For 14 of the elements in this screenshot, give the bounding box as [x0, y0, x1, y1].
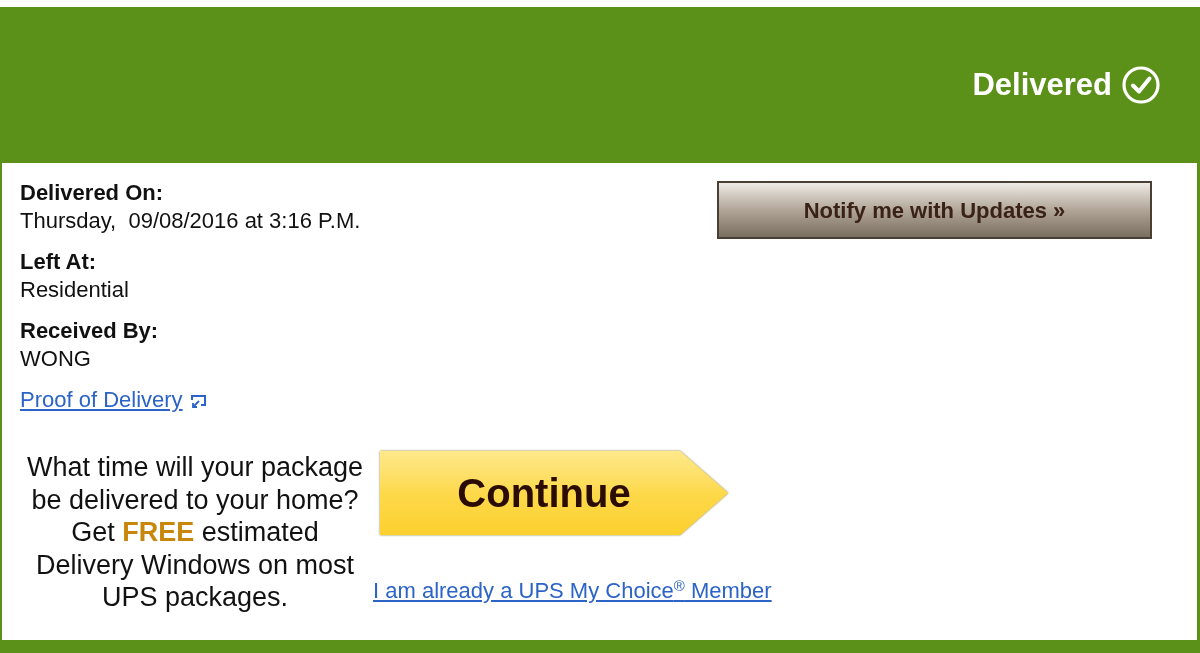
notify-button[interactable]: Notify me with Updates » [717, 181, 1152, 239]
member-link[interactable]: I am already a UPS My Choice$^{®}$ Member [373, 579, 772, 603]
check-circle-icon [1122, 66, 1160, 104]
detail-value: Thursday, 09/08/2016 at 3:16 P.M. [20, 207, 361, 235]
detail-label: Delivered On: [20, 179, 165, 207]
continue-button[interactable]: Continue [380, 451, 728, 535]
proof-of-delivery-link[interactable]: Proof of Delivery [20, 386, 183, 414]
promo-text: What time will your package be delivered to your home? Get FREE estimated Delivery Windows on most UPS packages. [25, 451, 365, 614]
detail-value: WONG [20, 345, 92, 373]
detail-label: Received By: [20, 317, 160, 345]
window-arrow-icon [190, 395, 206, 409]
detail-value: Residential [20, 276, 130, 304]
detail-label: Left At: [20, 248, 98, 276]
status-title: Delivered [972, 67, 1112, 103]
